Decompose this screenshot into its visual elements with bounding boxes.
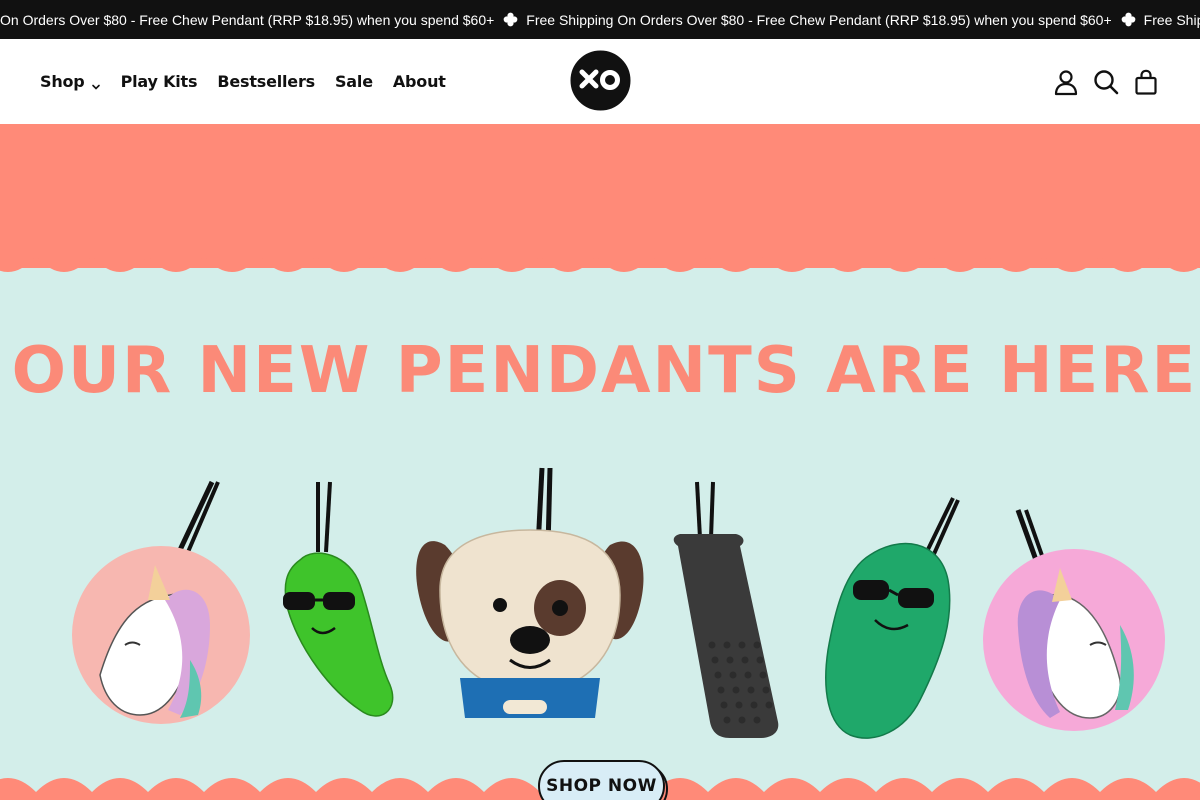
account-icon[interactable] [1052,68,1080,96]
nav-item-bestsellers[interactable]: Bestsellers [217,72,315,91]
pendants-image [72,467,1165,739]
unicorn-pendant-pink [983,509,1165,731]
nav-item-label: Shop [40,72,85,91]
nav-item-about[interactable]: About [393,72,446,91]
flower-icon [503,12,518,27]
logo[interactable] [570,50,631,111]
cart-icon[interactable] [1132,68,1160,96]
pickle-pendant-green [283,481,394,717]
wave-divider-top [0,248,1200,272]
shop-now-button[interactable]: SHOP NOW [538,760,665,800]
announcement-text[interactable]: Free Shipping On Orders Over $80 - Free … [526,12,1111,28]
hero-headline: OUR NEW PENDANTS ARE HERE! [11,334,1200,408]
flower-icon [1121,12,1136,27]
announcement-bar: On Orders Over $80 - Free Chew Pendant (… [0,0,1200,39]
main-nav: Shop Play Kits Bestsellers Sale About [40,39,466,124]
nav-item-sale[interactable]: Sale [335,72,373,91]
nav-item-shop[interactable]: Shop [40,72,101,91]
site-header: Shop Play Kits Bestsellers Sale About [0,39,1200,124]
announcement-text[interactable]: Free Shipping On Orders Over $80 - Free … [1144,12,1200,28]
nav-item-play-kits[interactable]: Play Kits [121,72,198,91]
puppy-pendant [416,467,644,718]
pickle-pendant-dark-green [825,497,960,739]
unicorn-pendant-peach [72,480,250,724]
announcement-text[interactable]: On Orders Over $80 - Free Chew Pendant (… [0,12,494,28]
announcement-track: On Orders Over $80 - Free Chew Pendant (… [0,0,1200,39]
chevron-down-icon [91,77,101,90]
chew-bar-pendant-grey [673,481,779,738]
search-icon[interactable] [1092,68,1120,96]
header-icons [1040,39,1160,124]
